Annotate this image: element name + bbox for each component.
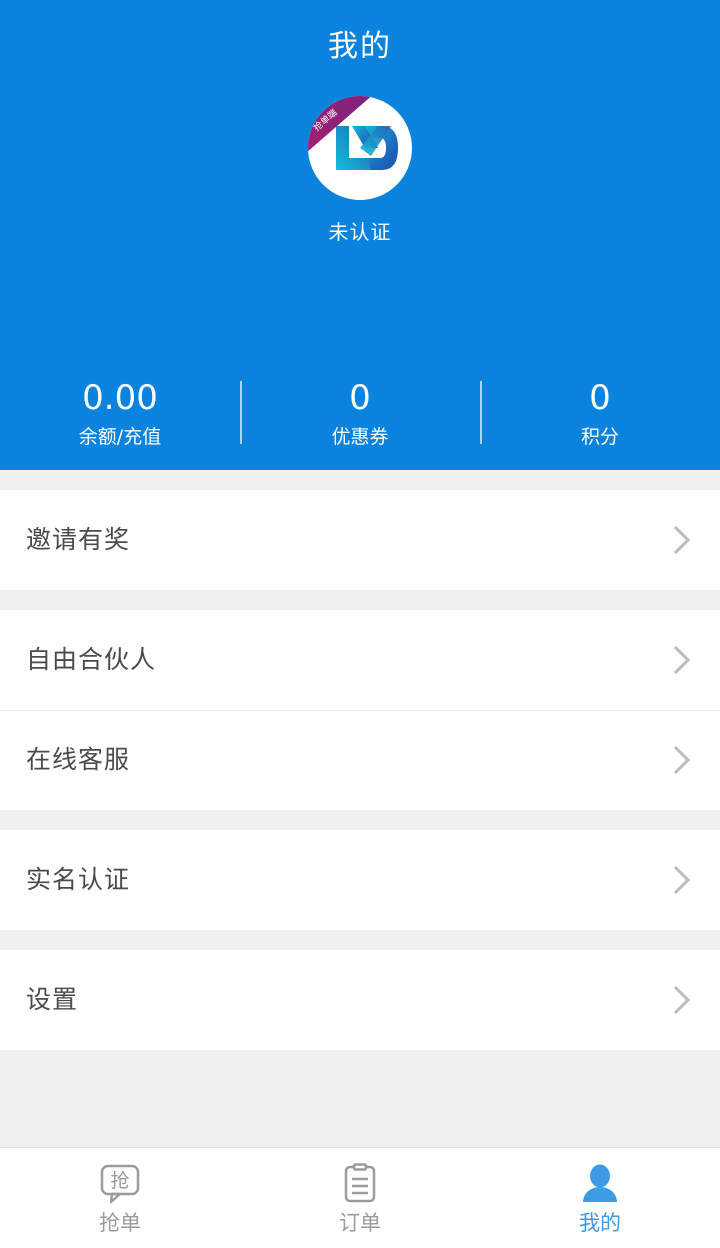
menu-item-support[interactable]: 在线客服	[0, 710, 720, 810]
menu-group-1: 邀请有奖	[0, 490, 720, 590]
stat-coupon-value: 0	[349, 378, 371, 418]
stat-balance[interactable]: 0.00 余额/充值	[0, 375, 240, 452]
person-profile-icon	[580, 1162, 620, 1206]
menu-item-label: 在线客服	[26, 745, 131, 774]
menu-group-4: 设置	[0, 950, 720, 1050]
stat-balance-value: 0.00	[82, 378, 158, 418]
menu-item-label: 设置	[26, 985, 79, 1014]
stats-row: 0.00 余额/充值 0 优惠券 0 积分	[0, 375, 720, 452]
avatar-block: 抢单端 未认证	[0, 96, 720, 242]
chevron-right-icon	[661, 745, 691, 775]
chevron-right-icon	[661, 645, 691, 675]
group-separator	[0, 810, 720, 830]
menu-item-invite[interactable]: 邀请有奖	[0, 490, 720, 590]
chevron-right-icon	[661, 865, 691, 895]
stat-coupon[interactable]: 0 优惠券	[240, 375, 480, 452]
page-title: 我的	[328, 29, 392, 64]
stat-points[interactable]: 0 积分	[480, 375, 720, 452]
menu-item-realname[interactable]: 实名认证	[0, 830, 720, 930]
profile-header: 我的 抢单端 未认证 0.00 余额/充值 0 优惠券 0 积分	[0, 0, 720, 470]
group-separator	[0, 590, 720, 610]
group-separator	[0, 930, 720, 950]
stat-coupon-label: 优惠券	[331, 426, 389, 448]
menu-item-label: 实名认证	[26, 865, 131, 894]
stat-points-value: 0	[589, 378, 611, 418]
app-screen: 我的 抢单端 未认证 0.00 余额/充值 0 优惠券 0 积分 邀请有奖 自由…	[0, 0, 720, 1248]
tab-orders[interactable]: 订单	[240, 1148, 480, 1248]
menu-empty-space	[0, 1050, 720, 1147]
tab-grab-order[interactable]: 抢 抢单	[0, 1148, 240, 1248]
verification-status: 未认证	[328, 220, 392, 244]
menu-item-settings[interactable]: 设置	[0, 950, 720, 1050]
bottom-tab-bar: 抢 抢单 订单 我的	[0, 1147, 720, 1248]
chevron-right-icon	[661, 525, 691, 555]
stat-balance-label: 余额/充值	[78, 426, 162, 448]
tab-grab-order-label: 抢单	[99, 1210, 141, 1235]
menu-group-3: 实名认证	[0, 830, 720, 930]
menu-item-label: 自由合伙人	[26, 645, 157, 674]
tab-profile[interactable]: 我的	[480, 1148, 720, 1248]
tab-orders-label: 订单	[339, 1210, 381, 1235]
grab-order-bubble-icon: 抢	[98, 1162, 142, 1206]
group-separator	[0, 470, 720, 490]
menu-item-label: 邀请有奖	[26, 525, 131, 554]
tab-profile-label: 我的	[579, 1210, 621, 1235]
menu-group-2: 自由合伙人 在线客服	[0, 610, 720, 810]
avatar[interactable]: 抢单端	[308, 96, 412, 200]
chevron-right-icon	[661, 985, 691, 1015]
stat-points-label: 积分	[580, 426, 619, 448]
clipboard-order-icon	[340, 1162, 380, 1206]
menu-list: 邀请有奖 自由合伙人 在线客服 实名认证 设置	[0, 470, 720, 1147]
svg-text:抢: 抢	[110, 1170, 129, 1192]
menu-item-partner[interactable]: 自由合伙人	[0, 610, 720, 710]
